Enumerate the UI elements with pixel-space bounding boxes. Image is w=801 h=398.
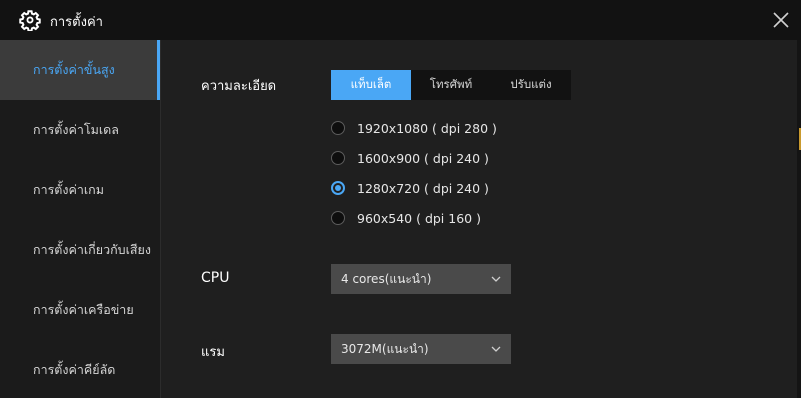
resolution-option-label: 1600x900 ( dpi 240 ) xyxy=(357,150,489,166)
cpu-select[interactable]: 4 cores(แนะนำ) xyxy=(331,264,511,294)
ram-label: แรม xyxy=(201,345,225,360)
resolution-option-label: 1280x720 ( dpi 240 ) xyxy=(357,180,489,196)
sidebar-item-sound[interactable]: การตั้งค่าเกี่ยวกับเสียง xyxy=(0,220,160,280)
sidebar-item-label: การตั้งค่าเกม xyxy=(33,182,104,197)
sidebar: การตั้งค่าขั้นสูง การตั้งค่าโมเดล การตั้… xyxy=(0,40,161,398)
tab-tablet[interactable]: แท็บเล็ต xyxy=(331,70,411,100)
sidebar-item-model[interactable]: การตั้งค่าโมเดล xyxy=(0,100,160,160)
tab-phone[interactable]: โทรศัพท์ xyxy=(411,70,491,100)
cpu-select-value: 4 cores(แนะนำ) xyxy=(341,271,432,286)
chevron-down-icon xyxy=(491,276,501,282)
ram-select[interactable]: 3072M(แนะนำ) xyxy=(331,334,511,364)
chevron-down-icon xyxy=(491,346,501,352)
sidebar-item-advanced[interactable]: การตั้งค่าขั้นสูง xyxy=(0,40,160,100)
window-title: การตั้งค่า xyxy=(50,15,103,30)
radio-button-selected[interactable] xyxy=(331,181,345,195)
gear-icon xyxy=(19,10,41,31)
close-icon[interactable] xyxy=(770,9,792,31)
radio-button[interactable] xyxy=(331,121,345,135)
sidebar-item-game[interactable]: การตั้งค่าเกม xyxy=(0,160,160,220)
cpu-label: CPU xyxy=(201,270,230,286)
tab-custom[interactable]: ปรับแต่ง xyxy=(491,70,571,100)
sidebar-item-label: การตั้งค่าเครือข่าย xyxy=(33,302,134,317)
settings-window: การตั้งค่า การตั้งค่าขั้นสูง การตั้งค่าโ… xyxy=(0,0,801,398)
sidebar-item-label: การตั้งค่าเกี่ยวกับเสียง xyxy=(33,242,151,257)
scrollbar-track[interactable] xyxy=(797,40,801,398)
sidebar-item-label: การตั้งค่าโมเดล xyxy=(33,122,119,137)
radio-button[interactable] xyxy=(331,211,345,225)
ram-select-value: 3072M(แนะนำ) xyxy=(341,341,429,356)
resolution-label: ความละเอียด xyxy=(201,79,277,94)
sidebar-item-label: การตั้งค่าคีย์ลัด xyxy=(33,362,116,377)
resolution-option-1600[interactable]: 1600x900 ( dpi 240 ) xyxy=(331,148,489,168)
sidebar-item-network[interactable]: การตั้งค่าเครือข่าย xyxy=(0,280,160,340)
title-bar: การตั้งค่า xyxy=(0,0,801,40)
resolution-option-label: 960x540 ( dpi 160 ) xyxy=(357,210,481,226)
device-type-tabs: แท็บเล็ต โทรศัพท์ ปรับแต่ง xyxy=(331,70,571,100)
settings-panel: ความละเอียด แท็บเล็ต โทรศัพท์ ปรับแต่ง 1… xyxy=(161,40,801,398)
resolution-option-1920[interactable]: 1920x1080 ( dpi 280 ) xyxy=(331,118,497,138)
resolution-option-960[interactable]: 960x540 ( dpi 160 ) xyxy=(331,208,481,228)
sidebar-item-label: การตั้งค่าขั้นสูง xyxy=(33,62,115,77)
radio-button[interactable] xyxy=(331,151,345,165)
resolution-option-1280[interactable]: 1280x720 ( dpi 240 ) xyxy=(331,178,489,198)
resolution-option-label: 1920x1080 ( dpi 280 ) xyxy=(357,120,497,136)
sidebar-item-shortcuts[interactable]: การตั้งค่าคีย์ลัด xyxy=(0,340,160,398)
